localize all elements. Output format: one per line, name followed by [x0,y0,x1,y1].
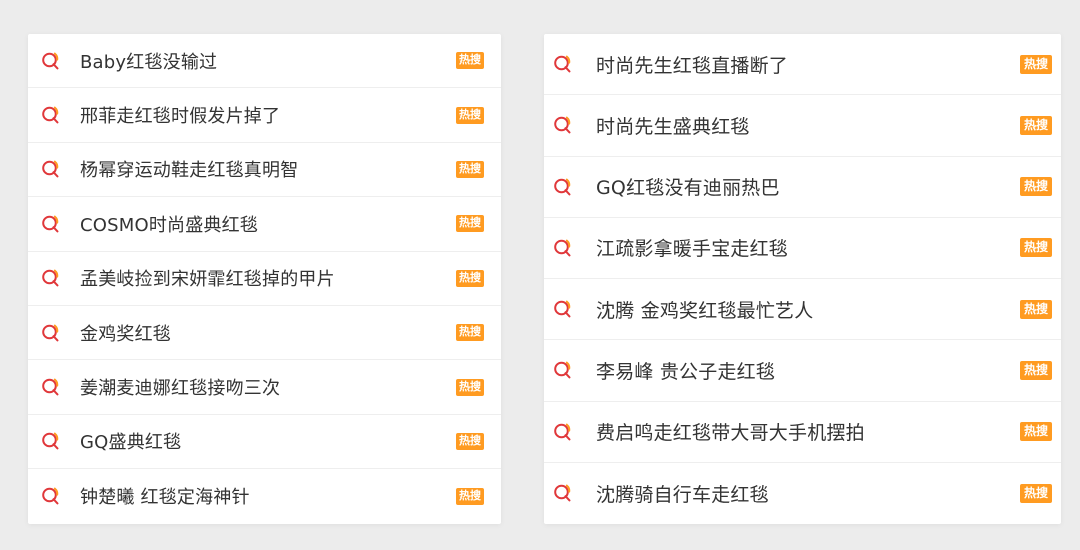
list-item-label: 江疏影拿暖手宝走红毯 [596,238,789,261]
search-icon [40,376,62,398]
search-icon [552,359,574,381]
hot-badge: 热搜 [456,378,484,396]
search-icon [552,421,574,443]
list-item-label: 邢菲走红毯时假发片掉了 [80,106,281,128]
hot-search-list-left: Baby红毯没输过 热搜 邢菲走红毯时假发片掉了 热搜 杨幂穿运动鞋走红毯真明智… [28,34,501,524]
list-item-label: Baby红毯没输过 [80,51,218,73]
list-item[interactable]: 时尚先生红毯直播断了 热搜 [544,34,1061,96]
list-item[interactable]: 李易峰 贵公子走红毯 热搜 [544,340,1061,402]
hot-badge: 热搜 [456,106,484,124]
list-item[interactable]: 杨幂穿运动鞋走红毯真明智 热搜 [28,143,501,198]
hot-badge: 热搜 [456,432,484,450]
list-item[interactable]: GQ盛典红毯 热搜 [28,415,501,470]
search-icon [40,50,62,72]
hot-badge: 热搜 [1019,54,1052,74]
list-item[interactable]: 沈腾骑自行车走红毯 热搜 [544,463,1061,524]
list-item[interactable]: 时尚先生盛典红毯 热搜 [544,95,1061,157]
list-item[interactable]: 费启鸣走红毯带大哥大手机摆拍 热搜 [544,402,1061,463]
hot-search-list-right: 时尚先生红毯直播断了 热搜 时尚先生盛典红毯 热搜 GQ红毯没有迪丽热巴 热搜 … [544,34,1061,524]
list-item[interactable]: 江疏影拿暖手宝走红毯 热搜 [544,218,1061,279]
list-item[interactable]: 邢菲走红毯时假发片掉了 热搜 [28,88,501,143]
search-icon [40,430,62,452]
list-item[interactable]: Baby红毯没输过 热搜 [28,34,501,89]
hot-badge: 热搜 [1019,422,1052,442]
search-icon [40,485,62,507]
hot-badge: 热搜 [1019,238,1052,258]
search-icon [40,158,62,180]
hot-badge: 热搜 [456,324,484,342]
search-icon [552,237,574,259]
hot-badge: 热搜 [456,160,484,178]
list-item[interactable]: COSMO时尚盛典红毯 热搜 [28,197,501,252]
search-icon [552,53,574,75]
list-item[interactable]: GQ红毯没有迪丽热巴 热搜 [544,157,1061,218]
list-item-label: 钟楚曦 红毯定海神针 [80,487,250,509]
search-icon [552,114,574,136]
list-item-label: 姜潮麦迪娜红毯接吻三次 [80,378,281,400]
hot-badge: 热搜 [1019,360,1052,380]
list-item-label: 杨幂穿运动鞋走红毯真明智 [80,160,299,182]
list-item-label: 孟美岐捡到宋妍霏红毯掉的甲片 [80,269,335,291]
list-item-label: 费启鸣走红毯带大哥大手机摆拍 [596,422,865,445]
search-icon [40,104,62,126]
list-item-label: GQ盛典红毯 [80,432,182,454]
list-item[interactable]: 姜潮麦迪娜红毯接吻三次 热搜 [28,360,501,415]
list-item[interactable]: 钟楚曦 红毯定海神针 热搜 [28,469,501,523]
list-item-label: 沈腾骑自行车走红毯 [596,483,769,506]
hot-badge: 热搜 [1019,177,1052,197]
search-icon [40,213,62,235]
search-icon [40,322,62,344]
list-item[interactable]: 孟美岐捡到宋妍霏红毯掉的甲片 热搜 [28,252,501,306]
hot-badge: 热搜 [1019,483,1052,503]
hot-badge: 热搜 [456,215,484,233]
list-item-label: 金鸡奖红毯 [80,323,171,345]
search-icon [552,176,574,198]
search-icon [552,298,574,320]
search-icon [552,482,574,504]
list-item-label: 时尚先生盛典红毯 [596,115,750,138]
hot-badge: 热搜 [456,487,484,505]
list-item[interactable]: 金鸡奖红毯 热搜 [28,306,501,361]
hot-badge: 热搜 [1019,115,1052,135]
list-item-label: 李易峰 贵公子走红毯 [596,360,776,383]
search-icon [40,267,62,289]
hot-badge: 热搜 [456,269,484,287]
list-item-label: 时尚先生红毯直播断了 [596,54,789,77]
hot-badge: 热搜 [1019,299,1052,319]
list-item[interactable]: 沈腾 金鸡奖红毯最忙艺人 热搜 [544,279,1061,341]
hot-badge: 热搜 [456,52,484,70]
list-item-label: 沈腾 金鸡奖红毯最忙艺人 [596,299,814,322]
list-item-label: GQ红毯没有迪丽热巴 [596,177,780,200]
list-item-label: COSMO时尚盛典红毯 [80,214,259,236]
